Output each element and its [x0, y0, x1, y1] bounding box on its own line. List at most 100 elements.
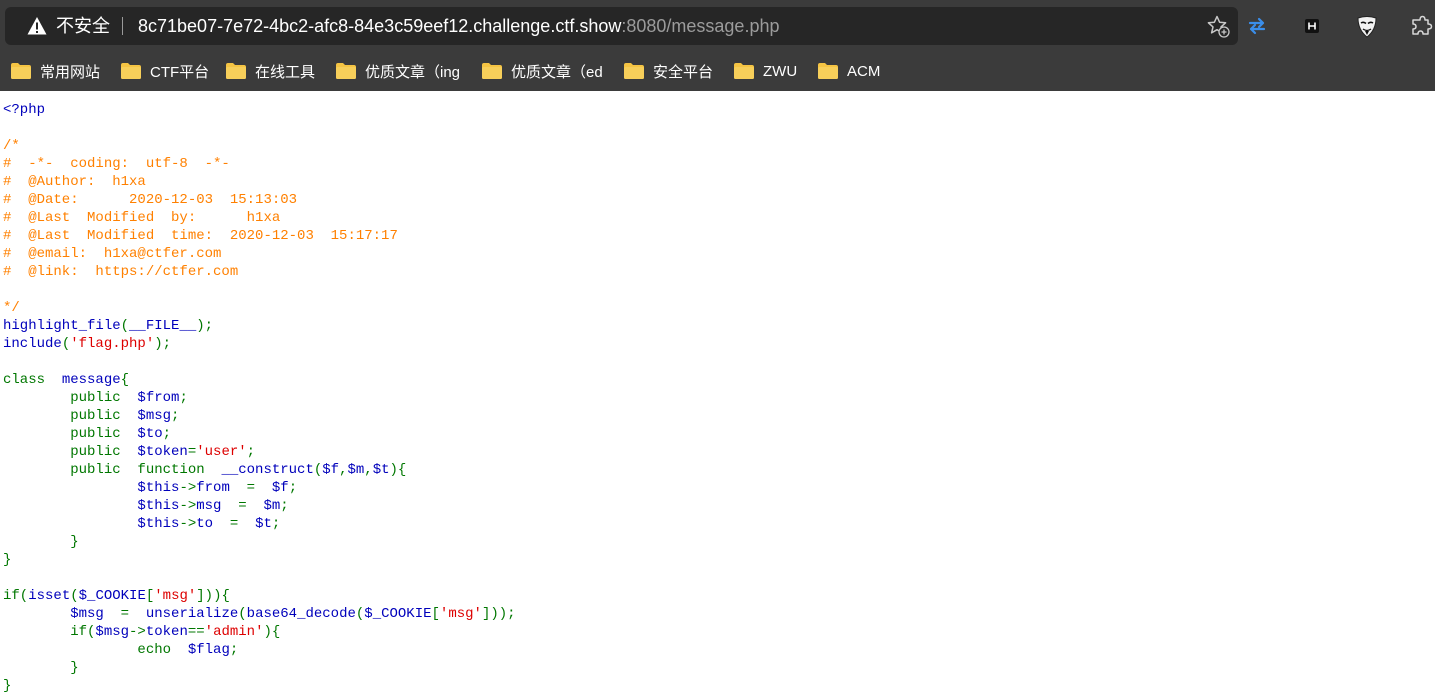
folder-icon	[624, 63, 644, 79]
code-line: }	[3, 551, 1435, 569]
code-keyword: ;	[280, 498, 289, 514]
bookmark-folder[interactable]: ZWU	[734, 61, 797, 81]
address-bar[interactable]: 不安全 8c71be07-7e72-4bc2-afc8-84e3c59eef12…	[5, 7, 1238, 45]
code-identifier: $from	[137, 390, 180, 406]
code-line: # -*- coding: utf-8 -*-	[3, 155, 1435, 173]
code-keyword: =	[246, 480, 272, 496]
code-keyword: public function	[3, 462, 222, 478]
address-divider	[122, 17, 123, 35]
code-line: class message{	[3, 371, 1435, 389]
code-line: }	[3, 659, 1435, 677]
code-line: $this->from = $f;	[3, 479, 1435, 497]
bookmark-label: 优质文章（ed	[511, 63, 603, 81]
code-keyword: );	[154, 336, 172, 352]
bookmark-folder[interactable]: CTF平台	[121, 61, 209, 81]
hackbar-extension-icon[interactable]	[1299, 13, 1325, 39]
code-line: # @Last Modified time: 2020-12-03 15:17:…	[3, 227, 1435, 245]
code-identifier: $to	[137, 426, 163, 442]
extensions-puzzle-icon[interactable]	[1409, 13, 1435, 39]
bookmark-label: ZWU	[763, 62, 798, 80]
bookmark-folder[interactable]: 优质文章（ed	[482, 61, 603, 81]
code-identifier: __construct	[221, 462, 314, 478]
code-identifier: <?php	[3, 102, 46, 118]
code-keyword: ,	[364, 462, 373, 478]
code-identifier: to	[196, 516, 230, 532]
code-keyword: [	[431, 606, 440, 622]
code-string: 'admin'	[204, 624, 264, 640]
bookmark-folder[interactable]: 常用网站	[11, 61, 100, 81]
code-identifier: $this	[3, 498, 180, 514]
code-identifier: $f	[271, 480, 289, 496]
code-keyword: ){	[389, 462, 407, 478]
code-line: <?php	[3, 101, 1435, 119]
folder-icon	[336, 63, 356, 79]
bookmark-label: ACM	[847, 62, 881, 80]
code-keyword: =	[229, 516, 256, 532]
code-keyword: public	[3, 408, 138, 424]
bookmark-folder[interactable]: 在线工具	[226, 61, 315, 81]
code-keyword: ;	[271, 516, 281, 532]
add-favorite-icon[interactable]	[1206, 14, 1230, 38]
url-text[interactable]: 8c71be07-7e72-4bc2-afc8-84e3c59eef12.cha…	[138, 15, 779, 37]
code-keyword: if(	[3, 588, 29, 604]
code-comment: # @link: https://ctfer.com	[3, 264, 239, 280]
code-line: # @email: h1xa@ctfer.com	[3, 245, 1435, 263]
code-identifier: $f	[322, 462, 340, 478]
mask-extension-icon[interactable]	[1354, 13, 1380, 39]
url-path: :8080/message.php	[621, 16, 780, 36]
folder-icon	[818, 63, 838, 79]
code-keyword: }	[3, 552, 12, 568]
code-identifier: base64_decode	[246, 606, 356, 622]
code-line: echo $flag;	[3, 641, 1435, 659]
code-identifier: msg	[196, 498, 239, 514]
code-string: 'user'	[196, 444, 247, 460]
bookmarks-bar: 常用网站 CTF平台 在线工具 优质文章（ing 优质文章（ed 安全平台 ZW…	[0, 52, 1435, 91]
code-comment: # @Author: h1xa	[3, 174, 146, 190]
code-identifier: __FILE__	[129, 318, 197, 334]
code-keyword: (	[120, 318, 130, 334]
code-identifier: $msg	[95, 624, 130, 640]
code-identifier: unserialize	[145, 606, 239, 622]
bookmark-label: 在线工具	[255, 63, 316, 81]
code-identifier: from	[196, 480, 247, 496]
code-line: # @Author: h1xa	[3, 173, 1435, 191]
code-identifier: token	[145, 624, 188, 640]
code-line: public $msg;	[3, 407, 1435, 425]
folder-icon	[11, 63, 31, 79]
warning-icon[interactable]	[27, 16, 47, 36]
code-keyword: ->	[179, 498, 197, 514]
code-keyword: [	[145, 588, 155, 604]
code-identifier: $msg	[137, 408, 172, 424]
code-keyword: ;	[246, 444, 256, 460]
code-line: public $token='user';	[3, 443, 1435, 461]
code-identifier: $this	[3, 480, 180, 496]
code-keyword: ;	[162, 426, 172, 442]
code-line: # @link: https://ctfer.com	[3, 263, 1435, 281]
code-keyword: (	[313, 462, 323, 478]
code-line: # @Date: 2020-12-03 15:13:03	[3, 191, 1435, 209]
code-keyword: echo	[3, 642, 188, 658]
code-identifier: $token	[137, 444, 188, 460]
bookmark-folder[interactable]: ACM	[818, 61, 880, 81]
code-keyword: public	[3, 390, 138, 406]
code-keyword: }	[3, 678, 12, 694]
bookmark-folder[interactable]: 安全平台	[624, 61, 713, 81]
bookmark-label: 安全平台	[653, 63, 714, 81]
refresh-extension-icon[interactable]	[1244, 13, 1270, 39]
code-string: 'msg'	[439, 606, 482, 622]
code-identifier: $flag	[187, 642, 230, 658]
code-comment: /*	[3, 138, 20, 154]
code-keyword: =	[238, 498, 264, 514]
code-keyword: }	[3, 534, 79, 550]
bookmark-folder[interactable]: 优质文章（ing	[336, 61, 460, 81]
folder-icon	[482, 63, 502, 79]
code-line: public $from;	[3, 389, 1435, 407]
code-identifier: $this	[3, 516, 180, 532]
code-identifier: $msg	[3, 606, 121, 622]
security-label[interactable]: 不安全	[56, 15, 110, 37]
code-keyword: {	[120, 372, 130, 388]
code-line: include('flag.php');	[3, 335, 1435, 353]
code-comment: */	[3, 300, 20, 316]
